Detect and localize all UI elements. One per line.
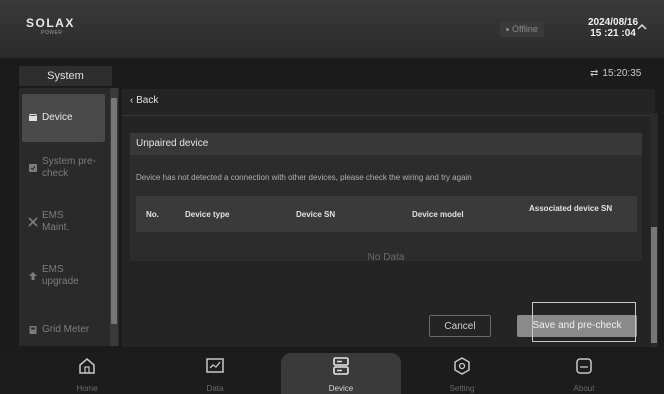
column-header-no: No.: [146, 210, 159, 219]
nav-data[interactable]: Data: [155, 353, 275, 394]
main-content: ‹ Back Unpaired device Device has not de…: [122, 89, 655, 347]
device-icon: [29, 114, 37, 121]
connection-status-text: Offline: [512, 24, 538, 34]
refresh-icon[interactable]: ⇄: [590, 68, 598, 79]
connection-status-badge: Offline: [500, 21, 544, 37]
sidebar-item-ems-upgrade[interactable]: EMS upgrade: [22, 252, 105, 300]
sidebar-item-label: System pre-check: [42, 156, 96, 179]
nav-about[interactable]: About: [524, 353, 644, 394]
chart-icon: [206, 358, 224, 373]
checklist-icon: [29, 164, 37, 172]
bottom-navigation: Home Data Device Setting About: [0, 353, 664, 394]
sidebar-item-grid-meter[interactable]: Grid Meter: [22, 306, 105, 346]
system-tab[interactable]: System: [19, 66, 112, 86]
panel-title: Unpaired device: [130, 133, 642, 155]
home-icon: [79, 358, 95, 374]
nav-label: Device: [328, 384, 354, 393]
refresh-control[interactable]: ⇄ 15:20:35: [590, 68, 641, 79]
brand-logo: SOLAX: [26, 16, 75, 30]
sidebar-item-label: EMS upgrade: [42, 264, 79, 287]
back-label: Back: [136, 95, 159, 106]
main-scroll-thumb[interactable]: [651, 227, 657, 343]
brand-logo-subtitle: POWER: [41, 30, 63, 36]
current-time: 15 :21 :04: [590, 28, 636, 39]
column-header-device-sn: Device SN: [296, 210, 336, 219]
sidebar-item-ems-maint[interactable]: EMS Maint.: [22, 198, 105, 246]
column-header-device-model: Device model: [412, 210, 464, 219]
empty-state-text: No Data: [367, 252, 405, 263]
nav-device[interactable]: Device: [281, 353, 401, 394]
column-header-device-type: Device type: [185, 210, 230, 219]
chevron-up-icon[interactable]: [636, 22, 648, 32]
sidebar-item-label: EMS Maint.: [42, 210, 70, 233]
main-scrollbar[interactable]: [650, 113, 658, 347]
sidebar-scrollbar[interactable]: [110, 88, 118, 346]
nav-setting[interactable]: Setting: [402, 353, 522, 394]
wrench-icon: [28, 217, 38, 227]
back-button[interactable]: ‹ Back: [130, 95, 158, 106]
nav-label: Data: [206, 384, 224, 393]
status-dot-icon: [506, 28, 509, 32]
sidebar-scroll-thumb[interactable]: [111, 98, 117, 324]
settings-icon: [454, 357, 470, 375]
info-message: Device has not detected a connection wit…: [136, 173, 472, 182]
focus-outline: [532, 302, 636, 342]
current-date: 2024/08/16: [588, 17, 639, 28]
sidebar: Device System pre-check EMS Maint. EMS u…: [19, 88, 119, 346]
unpaired-device-panel: Unpaired device Device has not detected …: [130, 133, 642, 263]
date-time: 2024/08/16 15 :21 :04: [588, 17, 638, 39]
sidebar-item-label: Device: [42, 112, 73, 123]
nav-label: About: [573, 384, 595, 393]
sidebar-item-system-pre-check[interactable]: System pre-check: [22, 144, 105, 192]
nav-label: Setting: [449, 384, 475, 393]
nav-label: Home: [76, 384, 98, 393]
nav-home[interactable]: Home: [27, 353, 147, 394]
meter-icon: [29, 326, 37, 334]
device-stack-icon: [333, 357, 349, 375]
table-header: No. Device type Device SN Device model A…: [136, 196, 637, 232]
divider: [122, 115, 655, 116]
about-icon: [576, 358, 592, 374]
top-bar: SOLAX POWER Offline 2024/08/16 15 :21 :0…: [0, 0, 664, 58]
sidebar-item-device[interactable]: Device: [22, 94, 105, 142]
column-header-associated-sn: Associated device SN: [529, 204, 613, 213]
sidebar-item-label: Grid Meter: [42, 324, 90, 335]
refresh-time: 15:20:35: [602, 68, 642, 79]
cancel-button[interactable]: Cancel: [429, 315, 491, 337]
upload-icon: [29, 272, 37, 280]
